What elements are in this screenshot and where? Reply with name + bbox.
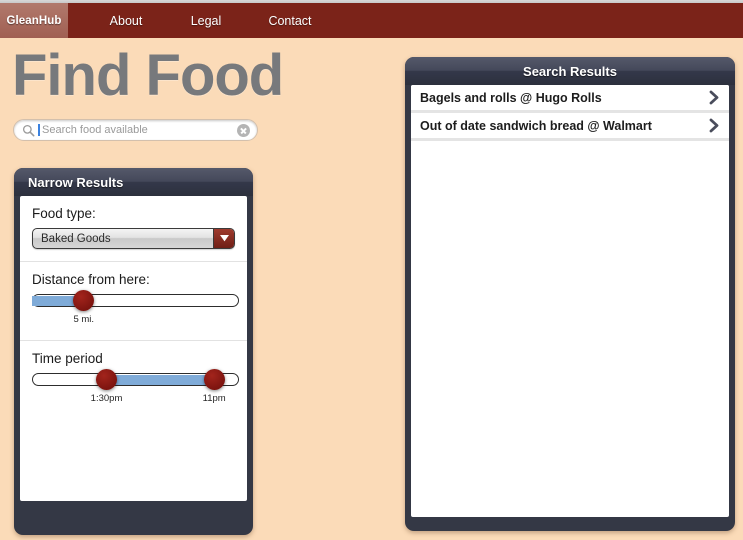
time-period-slider[interactable]	[32, 369, 239, 390]
distance-slider[interactable]	[32, 290, 239, 311]
narrow-results-header: Narrow Results	[14, 168, 253, 196]
nav-brand[interactable]: GleanHub	[0, 3, 68, 38]
search-result-row[interactable]: Out of date sandwich bread @ Walmart	[411, 113, 729, 141]
food-type-label: Food type:	[32, 206, 96, 221]
search-results-panel: Search Results Bagels and rolls @ Hugo R…	[405, 57, 735, 531]
time-period-slider-handle-start[interactable]	[96, 369, 118, 390]
nav-link-about[interactable]: About	[90, 3, 162, 38]
text-caret	[38, 124, 40, 136]
food-type-selected-value: Baked Goods	[41, 232, 111, 245]
time-period-slider-ticks: 1:30pm 11pm	[32, 393, 239, 407]
search-input[interactable]	[42, 124, 237, 136]
time-period-slider-fill	[106, 374, 215, 385]
distance-value-label: 5 mi.	[73, 314, 95, 325]
page-title: Find Food	[12, 43, 284, 108]
nav-link-legal[interactable]: Legal	[170, 3, 242, 38]
time-period-slider-handle-end[interactable]	[203, 369, 225, 390]
distance-slider-handle[interactable]	[73, 290, 95, 311]
food-type-select[interactable]: Baked Goods	[32, 228, 235, 249]
chevron-right-icon[interactable]	[709, 118, 719, 133]
search-result-label: Out of date sandwich bread @ Walmart	[420, 118, 652, 133]
time-period-start-label: 1:30pm	[90, 393, 123, 404]
time-period-filter: Time period 1:30pm 11pm	[20, 341, 247, 419]
search-bar[interactable]	[13, 119, 258, 141]
chevron-down-icon[interactable]	[213, 229, 234, 248]
distance-filter: Distance from here: 5 mi.	[20, 262, 247, 341]
time-period-end-label: 11pm	[202, 393, 226, 404]
food-type-filter: Food type: Baked Goods	[20, 196, 247, 262]
search-result-label: Bagels and rolls @ Hugo Rolls	[420, 90, 602, 105]
navbar: GleanHub About Legal Contact	[0, 3, 743, 38]
nav-link-contact[interactable]: Contact	[254, 3, 326, 38]
narrow-results-body: Food type: Baked Goods Distance from her…	[20, 196, 247, 501]
search-results-list: Bagels and rolls @ Hugo Rolls Out of date…	[411, 85, 729, 517]
clear-search-icon[interactable]	[237, 123, 250, 137]
distance-label: Distance from here:	[32, 272, 150, 287]
narrow-results-panel: Narrow Results Food type: Baked Goods Di…	[14, 168, 253, 535]
search-icon	[22, 124, 35, 136]
time-period-label: Time period	[32, 351, 103, 366]
search-results-header: Search Results	[405, 57, 735, 85]
search-result-row[interactable]: Bagels and rolls @ Hugo Rolls	[411, 85, 729, 113]
chevron-right-icon[interactable]	[709, 90, 719, 105]
distance-slider-ticks: 5 mi.	[32, 314, 239, 328]
